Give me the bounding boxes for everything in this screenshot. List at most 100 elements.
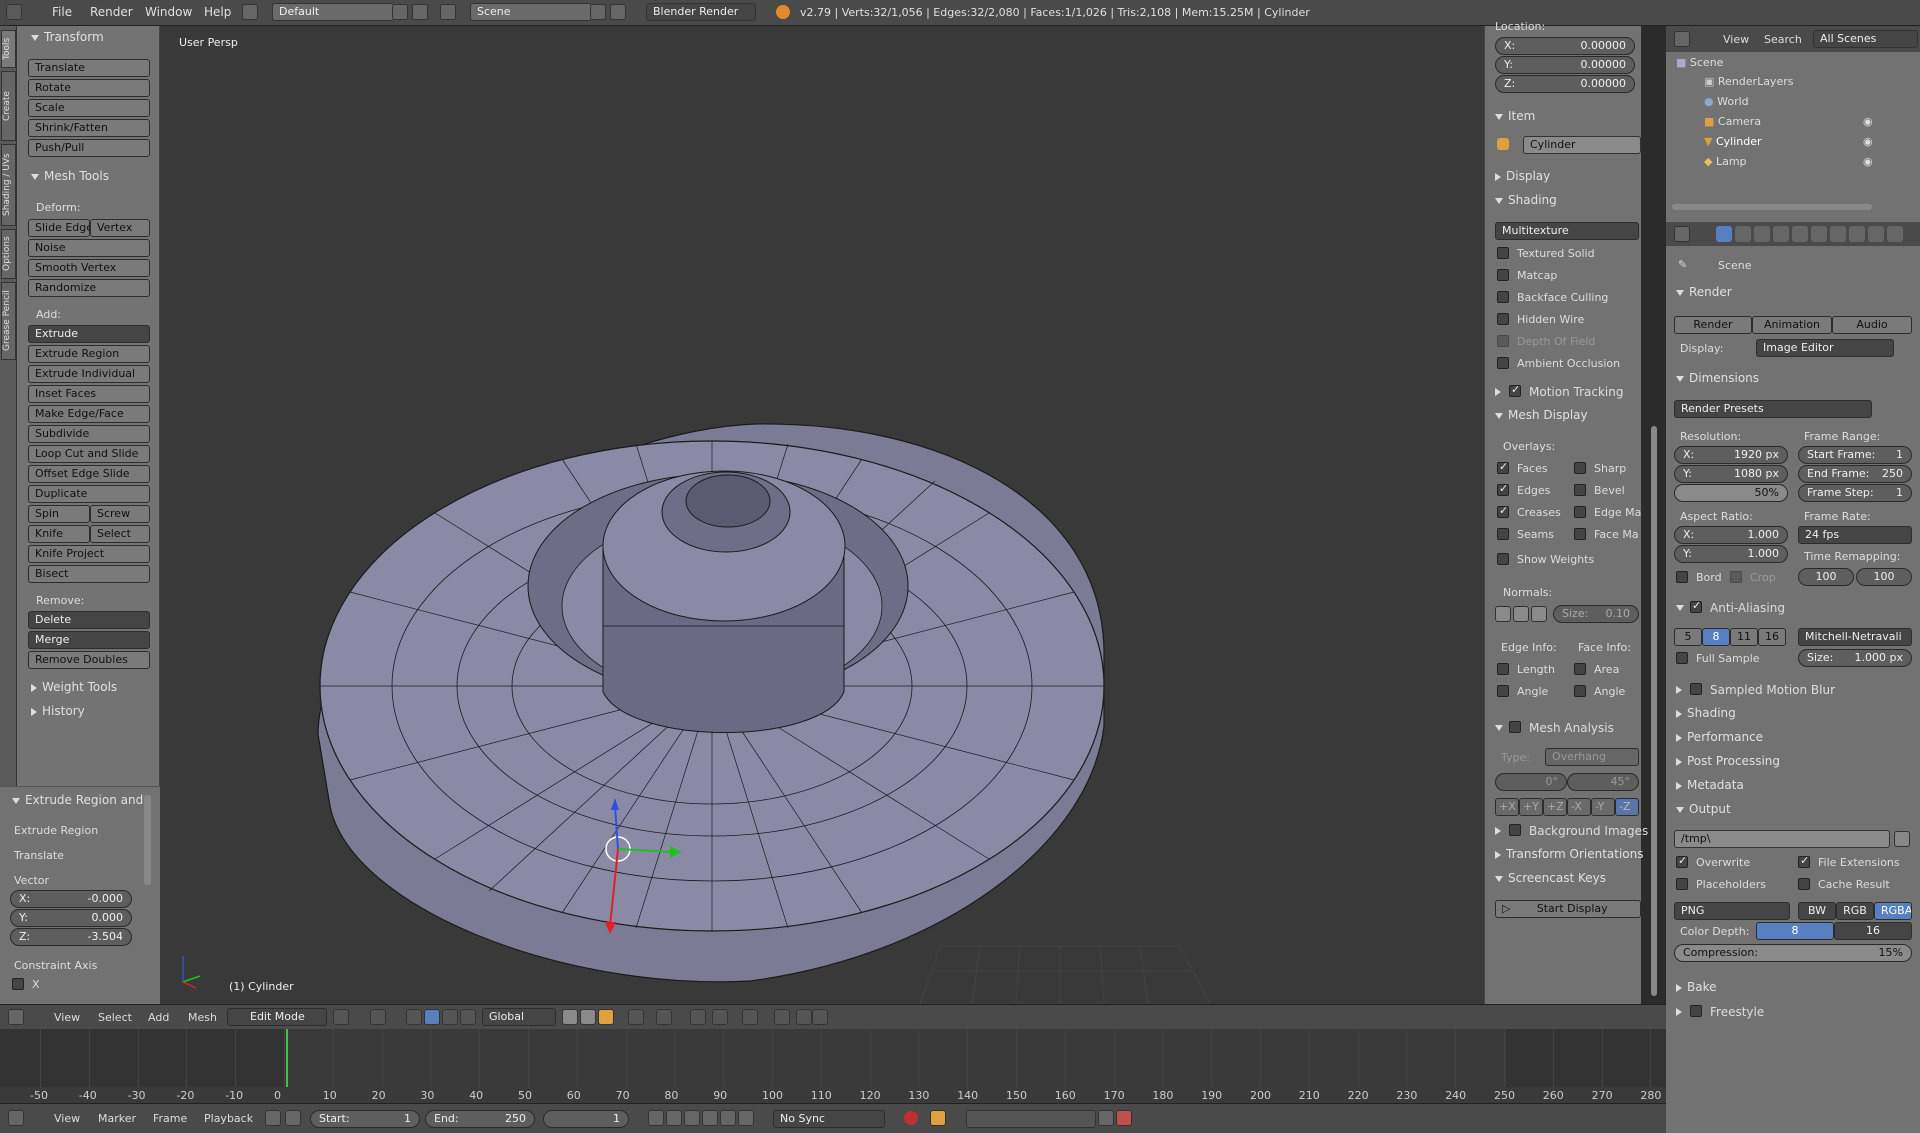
anti-aliasing-panel-header[interactable]	[1676, 600, 1689, 614]
edge-angle-checkbox[interactable]	[1497, 685, 1509, 697]
snap-element-icon[interactable]	[712, 1009, 728, 1025]
transform-orientation-select[interactable]: Global	[482, 1008, 556, 1026]
audio-button[interactable]: Audio	[1832, 316, 1912, 334]
shrink-fatten-button[interactable]: Shrink/Fatten	[28, 119, 150, 137]
matcap-checkbox[interactable]	[1497, 269, 1509, 281]
transform-orientations-header[interactable]: Transform Orientations	[1495, 847, 1644, 861]
jump-keyframe-back-icon[interactable]	[666, 1110, 682, 1126]
ambient-occlusion-checkbox[interactable]	[1497, 357, 1509, 369]
outliner-editor-icon[interactable]	[1674, 31, 1690, 47]
location-x-field[interactable]: X: 0.00000	[1495, 37, 1635, 55]
placeholders-checkbox[interactable]	[1676, 878, 1688, 890]
compression-slider[interactable]: Compression: 15%	[1674, 944, 1912, 962]
jump-end-icon[interactable]	[738, 1110, 754, 1126]
cylinder-visibility-eye-icon[interactable]: ◉	[1863, 135, 1873, 148]
timeline-frame-menu[interactable]: Frame	[153, 1112, 187, 1125]
tab-shading-uvs[interactable]: Shading / UVs	[1, 144, 16, 226]
output-panel-header[interactable]: Output	[1676, 802, 1731, 816]
outliner-world-item[interactable]: ● World	[1704, 95, 1749, 108]
play-icon[interactable]	[702, 1110, 718, 1126]
layout-add-icon[interactable]	[392, 4, 408, 20]
render-button[interactable]: Render	[1674, 316, 1752, 334]
opengl-render-active-icon[interactable]	[812, 1009, 828, 1025]
screw-button[interactable]: Screw	[90, 505, 150, 523]
aspect-x-field[interactable]: X: 1.000	[1674, 526, 1788, 544]
render-panel-header[interactable]: Render	[1676, 285, 1732, 299]
border-checkbox[interactable]	[1676, 571, 1688, 583]
data-context-icon[interactable]	[1849, 226, 1865, 242]
aa-filter-select[interactable]: Mitchell-Netravali	[1798, 628, 1912, 646]
edge-select-mode-icon[interactable]	[580, 1009, 596, 1025]
snap-target-icon[interactable]	[742, 1009, 758, 1025]
aa-size-field[interactable]: Size: 1.000 px	[1798, 649, 1912, 667]
split-normals-icon[interactable]	[1513, 606, 1529, 622]
viewport-select-menu[interactable]: Select	[98, 1011, 132, 1024]
viewport-mesh-menu[interactable]: Mesh	[188, 1011, 217, 1024]
manipulator-toggle-icon[interactable]	[406, 1009, 422, 1025]
color-rgb-button[interactable]: RGB	[1836, 902, 1874, 920]
properties-editor-icon[interactable]	[1674, 226, 1690, 242]
overlay-bevel-checkbox[interactable]	[1574, 484, 1586, 496]
screencast-keys-header[interactable]: Screencast Keys	[1495, 871, 1606, 885]
preview-range-icon[interactable]	[265, 1110, 281, 1126]
translate-manipulator-icon[interactable]	[424, 1009, 440, 1025]
vertex-select-mode-icon[interactable]	[562, 1009, 578, 1025]
vector-x-field[interactable]: X: -0.000	[10, 890, 132, 908]
performance-panel-header[interactable]: Performance	[1676, 730, 1763, 744]
color-depth-16[interactable]: 16	[1834, 922, 1912, 940]
scene-field[interactable]: Scene	[470, 3, 592, 21]
extrude-dropdown[interactable]: Extrude	[28, 325, 150, 343]
file-format-select[interactable]: PNG	[1674, 902, 1790, 920]
viewport-view-menu[interactable]: View	[54, 1011, 80, 1024]
loop-cut-slide-button[interactable]: Loop Cut and Slide	[28, 445, 150, 463]
mesh-display-header[interactable]: Mesh Display	[1495, 408, 1588, 422]
scene-close-icon[interactable]	[610, 4, 626, 20]
timeline[interactable]: -50 -40 -30 -20 -10 0 10 20 30 40 50 60 70 80 90 100 110…	[0, 1029, 1666, 1103]
scene-icon[interactable]	[440, 4, 456, 20]
limit-selection-icon[interactable]	[628, 1009, 644, 1025]
insert-keyframe-icon[interactable]	[1098, 1110, 1114, 1126]
history-header[interactable]: History	[31, 704, 85, 718]
motion-tracking-checkbox[interactable]	[1509, 383, 1521, 397]
motion-tracking-header[interactable]	[1495, 384, 1506, 398]
noise-button[interactable]: Noise	[28, 239, 150, 257]
remove-doubles-button[interactable]: Remove Doubles	[28, 651, 150, 669]
end-frame-field[interactable]: End Frame: 250	[1798, 465, 1912, 483]
interaction-mode-select[interactable]: Edit Mode	[227, 1008, 327, 1026]
overlay-creases-checkbox[interactable]	[1497, 504, 1509, 518]
sync-mode-select[interactable]: No Sync	[773, 1110, 885, 1128]
play-reverse-icon[interactable]	[684, 1110, 700, 1126]
knife-button[interactable]: Knife	[28, 525, 90, 543]
weight-tools-header[interactable]: Weight Tools	[31, 680, 117, 694]
outliner-renderlayers-item[interactable]: ▣ RenderLayers	[1704, 75, 1793, 88]
current-frame-field[interactable]: 1	[543, 1110, 629, 1128]
mesh-render[interactable]	[160, 26, 1484, 1004]
lock-range-icon[interactable]	[285, 1110, 301, 1126]
show-weights-checkbox[interactable]	[1497, 553, 1509, 565]
render-layers-context-icon[interactable]	[1735, 226, 1751, 242]
scene-add-icon[interactable]	[590, 4, 606, 20]
layout-field[interactable]: Default	[272, 3, 394, 21]
aa-samples-8[interactable]: 8	[1702, 628, 1730, 646]
aa-samples-5[interactable]: 5	[1674, 628, 1702, 646]
display-mode-select[interactable]: All Scenes	[1813, 30, 1918, 48]
timeline-editor-icon[interactable]	[8, 1110, 24, 1126]
3d-view-editor-icon[interactable]	[8, 1009, 24, 1025]
merge-dropdown[interactable]: Merge	[28, 631, 150, 649]
overlay-edges-checkbox[interactable]	[1497, 482, 1509, 496]
snap-toggle-icon[interactable]	[690, 1009, 706, 1025]
keying-set-field[interactable]	[966, 1110, 1096, 1128]
background-images-header[interactable]	[1495, 823, 1506, 837]
jump-start-icon[interactable]	[648, 1110, 664, 1126]
info-editor-icon[interactable]	[6, 4, 22, 20]
dimensions-panel-header[interactable]: Dimensions	[1676, 371, 1759, 385]
vertex-normals-icon[interactable]	[1495, 606, 1511, 622]
display-header[interactable]: Display	[1495, 169, 1550, 183]
scene-context-icon[interactable]	[1754, 226, 1770, 242]
jump-keyframe-forward-icon[interactable]	[720, 1110, 736, 1126]
outliner-search-menu[interactable]: Search	[1764, 33, 1802, 46]
opengl-render-animation-icon[interactable]	[796, 1009, 812, 1025]
shading-panel-header[interactable]: Shading	[1676, 706, 1736, 720]
camera-visibility-eye-icon[interactable]: ◉	[1863, 115, 1873, 128]
resolution-y-field[interactable]: Y: 1080 px	[1674, 465, 1788, 483]
